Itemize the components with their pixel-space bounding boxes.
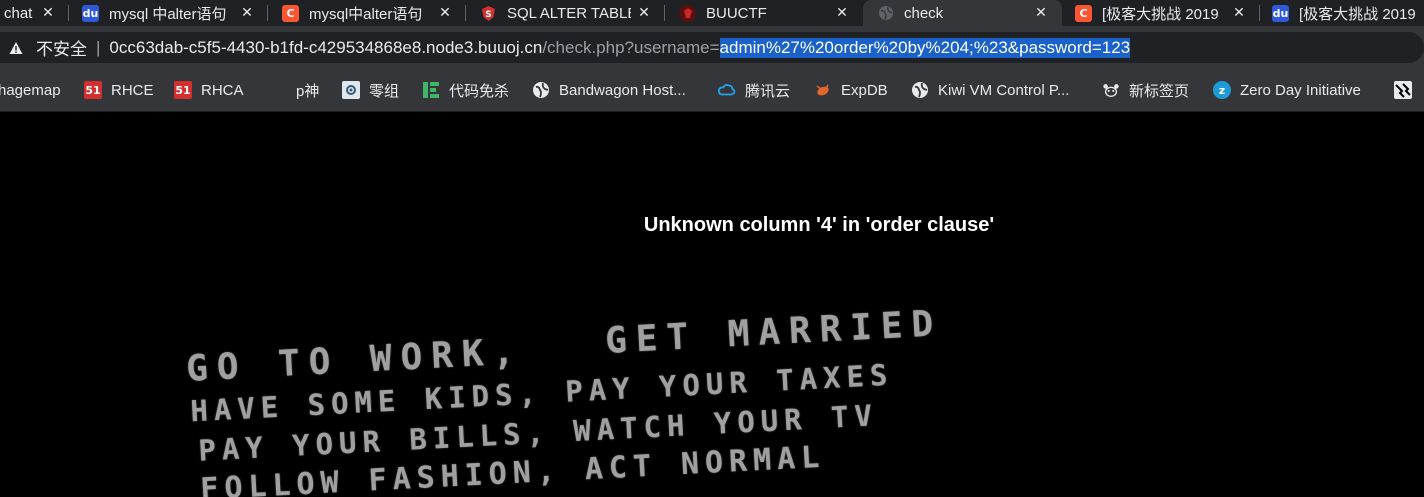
- bookmark-rhce[interactable]: 51 RHCE: [84, 68, 154, 112]
- bookmark-label: Kiwi VM Control P...: [938, 81, 1070, 99]
- bookmark-monkey[interactable]: [1394, 68, 1421, 112]
- bookmark-p-shen[interactable]: p神: [296, 68, 319, 112]
- globe-icon: [877, 5, 894, 22]
- bookmark-label: Zero Day Initiative: [1240, 81, 1361, 99]
- tab-buuctf[interactable]: BUUCTF ✕: [665, 0, 863, 26]
- bookmark-label: 代码免杀: [449, 82, 510, 100]
- bookmarks-bar: hagemap 51 RHCE 51 RHCA p神 零组 代码免杀 Bandw…: [0, 68, 1424, 112]
- shirt-line: GET MARRIED: [604, 303, 944, 362]
- tab-check[interactable]: check ✕: [863, 0, 1062, 26]
- green-bars-icon: [422, 81, 440, 99]
- monkey-icon: [1394, 81, 1412, 99]
- close-icon[interactable]: ✕: [1034, 5, 1048, 21]
- bug-icon: [814, 81, 832, 99]
- bookmark-hagemap[interactable]: hagemap: [0, 68, 61, 112]
- bookmark-label: 新标签页: [1129, 82, 1190, 100]
- sql-error-message: Unknown column '4' in 'order clause': [643, 214, 995, 236]
- close-icon[interactable]: ✕: [1232, 5, 1246, 21]
- tab-title: chat: [4, 4, 33, 22]
- tab-mysql-alter-1[interactable]: du mysql 中alter语句 ✕: [69, 0, 268, 26]
- bookmark-label: ExpDB: [841, 81, 888, 99]
- 51-badge-icon: 51: [84, 81, 102, 99]
- tab-geek-challenge-1[interactable]: C [极客大挑战 2019 ✕: [1062, 0, 1260, 26]
- svg-text:S: S: [485, 10, 491, 20]
- tab-sql-alter-table[interactable]: S SQL ALTER TABLE ✕: [466, 0, 665, 26]
- bookmark-new-tab[interactable]: 新标签页: [1102, 68, 1189, 112]
- security-separator: |: [96, 37, 101, 57]
- tab-mysql-alter-2[interactable]: C mysql中alter语句 ✕: [268, 0, 466, 26]
- csdn-c-icon: C: [1075, 4, 1092, 22]
- bookmark-label: RHCA: [201, 81, 244, 99]
- bookmark-label: p神: [296, 82, 320, 100]
- url-host: 0cc63dab-c5f5-4430-b1fd-c429534868e8.nod…: [109, 37, 543, 57]
- bookmark-rhca[interactable]: 51 RHCA: [174, 68, 244, 112]
- bookmark-zero-day-initiative[interactable]: z Zero Day Initiative: [1213, 68, 1361, 112]
- buuctf-logo-icon: [679, 4, 696, 22]
- bookmark-code-av-bypass[interactable]: 代码免杀: [422, 68, 509, 112]
- bookmark-kiwi-vm[interactable]: Kiwi VM Control P...: [911, 68, 1069, 112]
- bookmark-label: 腾讯云: [745, 82, 791, 100]
- close-icon[interactable]: ✕: [637, 5, 651, 21]
- csdn-c-icon: C: [282, 4, 299, 22]
- close-icon[interactable]: ✕: [438, 5, 452, 21]
- page-content: Unknown column '4' in 'order clause' GET…: [0, 112, 1424, 497]
- bookmark-bandwagon[interactable]: Bandwagon Host...: [532, 68, 686, 112]
- panda-icon: [1102, 81, 1120, 99]
- 51-badge-icon: 51: [174, 81, 192, 99]
- tab-title: mysql中alter语句: [309, 5, 423, 23]
- close-icon[interactable]: ✕: [41, 5, 55, 21]
- bookmark-label: RHCE: [111, 81, 154, 99]
- tab-title: mysql 中alter语句: [109, 5, 227, 23]
- tab-title: [极客大挑战 2019: [1102, 5, 1219, 23]
- shield-icon: S: [480, 5, 497, 22]
- bookmark-label: hagemap: [0, 81, 61, 99]
- tab-title: check: [904, 4, 944, 22]
- tab-chat[interactable]: chat ✕: [0, 0, 69, 26]
- security-label[interactable]: 不安全: [36, 35, 87, 60]
- cloud-icon: [718, 81, 736, 99]
- tab-strip: chat ✕ du mysql 中alter语句 ✕ C mysql中alter…: [0, 0, 1424, 26]
- url-path: /check.php?username=: [542, 37, 720, 57]
- close-icon[interactable]: ✕: [835, 5, 849, 21]
- bookmark-label: 零组: [369, 82, 400, 100]
- baidu-paw-icon: du: [1272, 4, 1289, 22]
- gear-grid-icon: [342, 81, 360, 99]
- shirt-text-image: GET MARRIED GO TO WORK, HAVE SOME KIDS, …: [150, 272, 1050, 497]
- bookmark-lingzu[interactable]: 零组: [342, 68, 399, 112]
- bookmark-tencent-cloud[interactable]: 腾讯云: [718, 68, 790, 112]
- close-icon[interactable]: ✕: [240, 5, 254, 21]
- tab-title: [极客大挑战 2019: [1299, 5, 1416, 23]
- tab-title: SQL ALTER TABLE: [507, 4, 631, 22]
- bookmark-expdb[interactable]: ExpDB: [814, 68, 888, 112]
- warning-triangle-icon[interactable]: [9, 41, 23, 55]
- globe-icon: [911, 81, 929, 99]
- browser-toolbar: 不安全 | 0cc63dab-c5f5-4430-b1fd-c429534868…: [0, 26, 1424, 68]
- tab-geek-challenge-2[interactable]: du [极客大挑战 2019: [1260, 0, 1424, 26]
- tab-title: BUUCTF: [706, 4, 767, 22]
- address-bar[interactable]: 不安全 | 0cc63dab-c5f5-4430-b1fd-c429534868…: [0, 32, 1424, 63]
- bookmark-label: Bandwagon Host...: [559, 81, 686, 99]
- url-selected-query: admin%27%20order%20by%204;%23&password=1…: [719, 37, 1131, 58]
- z-circle-icon: z: [1213, 81, 1231, 99]
- baidu-paw-icon: du: [82, 4, 99, 22]
- globe-icon: [532, 81, 550, 99]
